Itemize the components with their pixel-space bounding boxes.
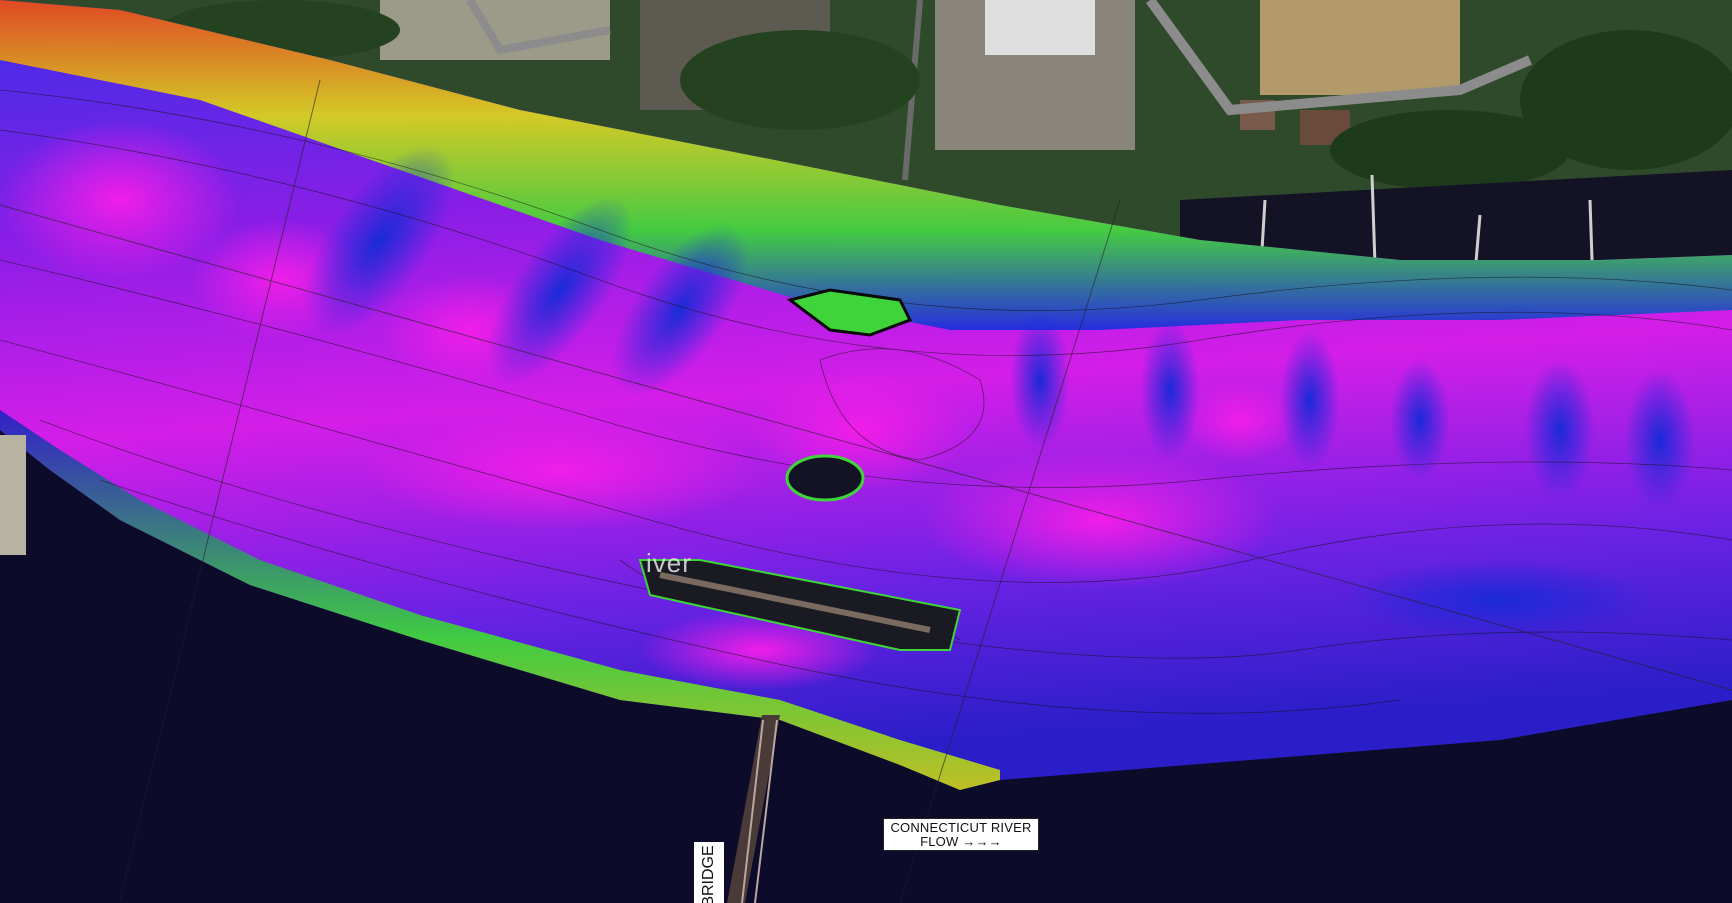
map-canvas bbox=[0, 0, 1732, 903]
building-roof bbox=[985, 0, 1095, 55]
west-abutment bbox=[0, 435, 26, 555]
bridge-label: BRIDGE bbox=[694, 842, 724, 903]
basemap-river-label: iver bbox=[646, 548, 692, 578]
tree-cluster bbox=[680, 30, 920, 130]
parking-lot-north bbox=[380, 0, 610, 60]
flow-label-direction: FLOW →→→ bbox=[920, 834, 1002, 849]
deep-pocket bbox=[360, 410, 760, 530]
flow-label-title: CONNECTICUT RIVER bbox=[890, 820, 1032, 835]
bridge-label-text: BRIDGE bbox=[700, 845, 717, 903]
deep-pocket bbox=[920, 450, 1280, 590]
tree-cluster bbox=[1520, 30, 1732, 170]
bathymetry-map[interactable]: iver CONNECTICUT RIVER FLOW →→→ BRIDGE bbox=[0, 0, 1732, 903]
flow-direction-label: CONNECTICUT RIVER FLOW →→→ bbox=[883, 818, 1039, 851]
bridge-pier bbox=[785, 454, 865, 502]
field bbox=[1260, 0, 1460, 95]
